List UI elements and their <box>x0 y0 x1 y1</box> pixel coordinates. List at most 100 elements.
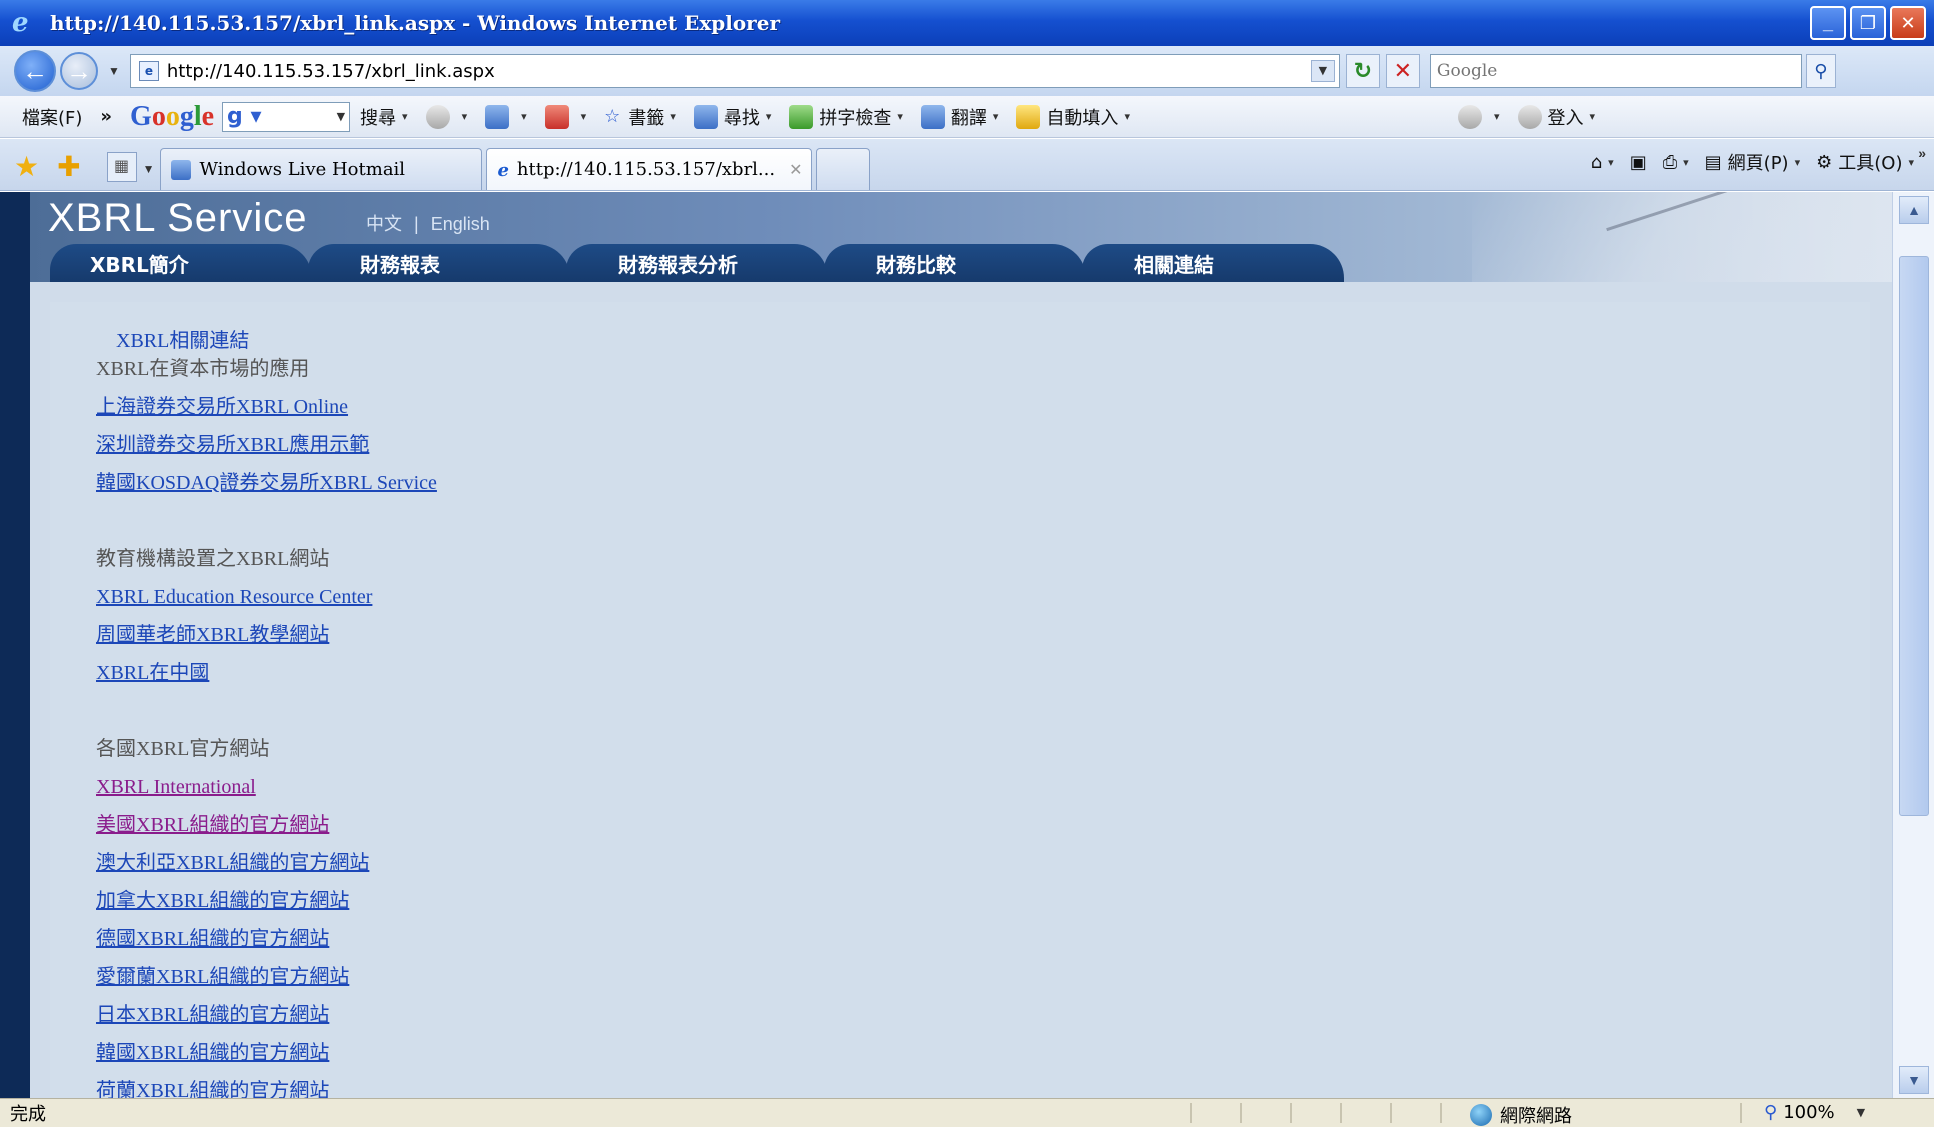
signin-button[interactable]: 登入 ▾ <box>1517 104 1595 130</box>
back-button[interactable]: ← <box>14 50 56 92</box>
google-search-button[interactable]: 搜尋 ▾ <box>360 104 408 130</box>
quick-tabs-icon[interactable]: ▦ <box>106 152 137 182</box>
link-zhou-teaching-site[interactable]: 周國華老師XBRL教學網站 <box>96 616 372 654</box>
wrench-icon <box>1457 104 1482 129</box>
link-shanghai-xbrl[interactable]: 上海證券交易所XBRL Online <box>96 388 437 426</box>
magnifier-icon: ⚲ <box>1814 60 1828 81</box>
main-content: XBRL相關連結 XBRL在資本市場的應用 上海證券交易所XBRL Online… <box>50 302 1870 1098</box>
browser-viewport: XBRL Service 中文 | English XBRL簡介 財務報表 財務報表… <box>0 192 1934 1098</box>
home-button[interactable]: ⌂ ▾ <box>1591 152 1614 173</box>
link-xbrl-japan[interactable]: 日本XBRL組織的官方網站 <box>96 996 369 1034</box>
status-text: 完成 <box>10 1104 46 1125</box>
command-bar-overflow-icon[interactable]: » <box>1918 145 1926 161</box>
google-logo: Google <box>130 100 215 132</box>
scroll-thumb[interactable] <box>1899 256 1929 816</box>
popup-blocker-button[interactable]: ▾ <box>544 104 586 129</box>
lang-en-link[interactable]: English <box>431 214 490 234</box>
lang-zh-link[interactable]: 中文 <box>366 214 402 234</box>
tab-label: Windows Live Hotmail <box>199 159 406 180</box>
wrench-button[interactable]: ▾ <box>1457 104 1500 129</box>
scroll-down-button[interactable]: ▼ <box>1899 1066 1929 1094</box>
back-arrow-icon: ← <box>22 55 48 86</box>
print-button[interactable]: ⎙ ▾ <box>1663 152 1689 173</box>
command-bar: ⌂ ▾ ▣ ⎙ ▾ ▤ 網頁(P) ▾ ⚙ 工具(O) ▾ <box>1575 149 1914 175</box>
history-dropdown-icon[interactable]: ▼ <box>108 64 120 78</box>
restore-button[interactable]: ❐ <box>1850 6 1886 40</box>
nav-tab-analysis[interactable]: 財務報表分析 <box>566 244 828 282</box>
pagerank-icon <box>425 104 450 129</box>
group-title: 教育機構設置之XBRL網站 <box>96 548 330 570</box>
close-window-button[interactable]: ✕ <box>1890 6 1926 40</box>
tools-menu[interactable]: ⚙ 工具(O) ▾ <box>1816 149 1914 175</box>
forward-arrow-icon: → <box>66 55 92 86</box>
favorites-star-icon[interactable]: ★ <box>14 144 39 190</box>
stop-icon: ✕ <box>1393 58 1413 83</box>
status-divider <box>1340 1103 1342 1123</box>
page-menu[interactable]: ▤ 網頁(P) ▾ <box>1705 149 1800 175</box>
pagerank-button[interactable]: ▾ <box>425 104 467 129</box>
link-shenzhen-xbrl[interactable]: 深圳證券交易所XBRL應用示範 <box>96 426 437 464</box>
zoom-level: 100% <box>1783 1102 1835 1123</box>
link-education-resource-center[interactable]: XBRL Education Resource Center <box>96 578 372 616</box>
spellcheck-button[interactable]: 拼字檢查 ▾ <box>789 104 903 130</box>
plus-button[interactable]: ▾ <box>485 104 527 129</box>
link-xbrl-international[interactable]: XBRL International <box>96 768 369 806</box>
signin-icon <box>1517 104 1542 129</box>
bookmarks-button[interactable]: ☆ 書籤 ▾ <box>604 104 676 130</box>
web-page: XBRL Service 中文 | English XBRL簡介 財務報表 財務報表… <box>30 192 1892 1098</box>
star-icon: ☆ <box>604 106 621 127</box>
combo-dropdown-icon[interactable]: ▼ <box>337 110 345 123</box>
stop-button[interactable]: ✕ <box>1385 54 1420 88</box>
group-title: XBRL在資本市場的應用 <box>96 358 310 380</box>
zoom-control[interactable]: ⚲ 100% ▼ <box>1764 1102 1865 1123</box>
add-favorites-icon[interactable]: ✚ <box>57 144 80 190</box>
link-xbrl-china[interactable]: XBRL在中國 <box>96 654 372 692</box>
nav-tab-comparison[interactable]: 財務比較 <box>824 244 1086 282</box>
minimize-button[interactable]: _ <box>1810 6 1846 40</box>
nav-tab-links[interactable]: 相關連結 <box>1082 244 1344 282</box>
scroll-up-button[interactable]: ▲ <box>1899 196 1929 224</box>
ie-logo-icon: e <box>12 8 29 38</box>
security-zone[interactable]: 網際網路 <box>1470 1102 1572 1127</box>
tab-hotmail[interactable]: Windows Live Hotmail <box>160 148 483 190</box>
toolbar-overflow-icon[interactable]: » <box>100 106 112 127</box>
autofill-button[interactable]: 自動填入 ▾ <box>1016 104 1130 130</box>
file-menu[interactable]: 檔案(F) <box>22 104 82 130</box>
zoom-dropdown-icon[interactable]: ▼ <box>1857 1106 1865 1119</box>
nav-tab-statements[interactable]: 財務報表 <box>308 244 570 282</box>
tab-close-icon[interactable]: ✕ <box>789 160 802 179</box>
url-text: http://140.115.53.157/xbrl_link.aspx <box>166 60 495 82</box>
tab-xbrl-link[interactable]: e http://140.115.53.157/xbrl... ✕ <box>486 148 813 190</box>
feeds-button[interactable]: ▣ <box>1630 152 1647 173</box>
forward-button[interactable]: → <box>60 52 98 90</box>
link-xbrl-netherlands[interactable]: 荷蘭XBRL組織的官方網站 <box>96 1072 369 1098</box>
link-xbrl-australia[interactable]: 澳大利亞XBRL組織的官方網站 <box>96 844 369 882</box>
link-xbrl-korea[interactable]: 韓國XBRL組織的官方網站 <box>96 1034 369 1072</box>
link-xbrl-canada[interactable]: 加拿大XBRL組織的官方網站 <box>96 882 369 920</box>
new-tab-button[interactable] <box>816 148 871 190</box>
search-button[interactable]: ⚲ <box>1805 54 1836 88</box>
language-switcher: 中文 | English <box>366 214 490 234</box>
find-icon <box>693 104 718 129</box>
google-search-combo[interactable]: g ▾ ▼ <box>222 101 351 132</box>
link-xbrl-germany[interactable]: 德國XBRL組織的官方網站 <box>96 920 369 958</box>
search-input[interactable] <box>1429 54 1802 88</box>
home-icon: ⌂ <box>1590 151 1603 173</box>
url-dropdown-icon[interactable]: ▼ <box>1310 60 1335 82</box>
translate-button[interactable]: 翻譯 ▾ <box>920 104 998 130</box>
nav-tab-intro[interactable]: XBRL簡介 <box>50 244 312 282</box>
status-divider <box>1240 1103 1242 1123</box>
header-photo <box>1472 192 1892 282</box>
tab-list-dropdown-icon[interactable]: ▼ <box>143 162 155 176</box>
printer-icon: ⎙ <box>1662 151 1678 173</box>
link-xbrl-us[interactable]: 美國XBRL組織的官方網站 <box>96 806 369 844</box>
status-bar: 完成 網際網路 ⚲ 100% ▼ <box>0 1098 1934 1127</box>
site-brand: XBRL Service <box>48 196 308 240</box>
translate-icon <box>920 104 945 129</box>
vertical-scrollbar[interactable]: ▲ ▼ <box>1892 192 1934 1098</box>
link-xbrl-ireland[interactable]: 愛爾蘭XBRL組織的官方網站 <box>96 958 369 996</box>
find-button[interactable]: 尋找 ▾ <box>693 104 771 130</box>
refresh-button[interactable]: ↻ <box>1345 54 1380 88</box>
link-kosdaq-xbrl[interactable]: 韓國KOSDAQ證券交易所XBRL Service <box>96 464 437 502</box>
url-field[interactable]: e http://140.115.53.157/xbrl_link.aspx ▼ <box>129 54 1340 88</box>
